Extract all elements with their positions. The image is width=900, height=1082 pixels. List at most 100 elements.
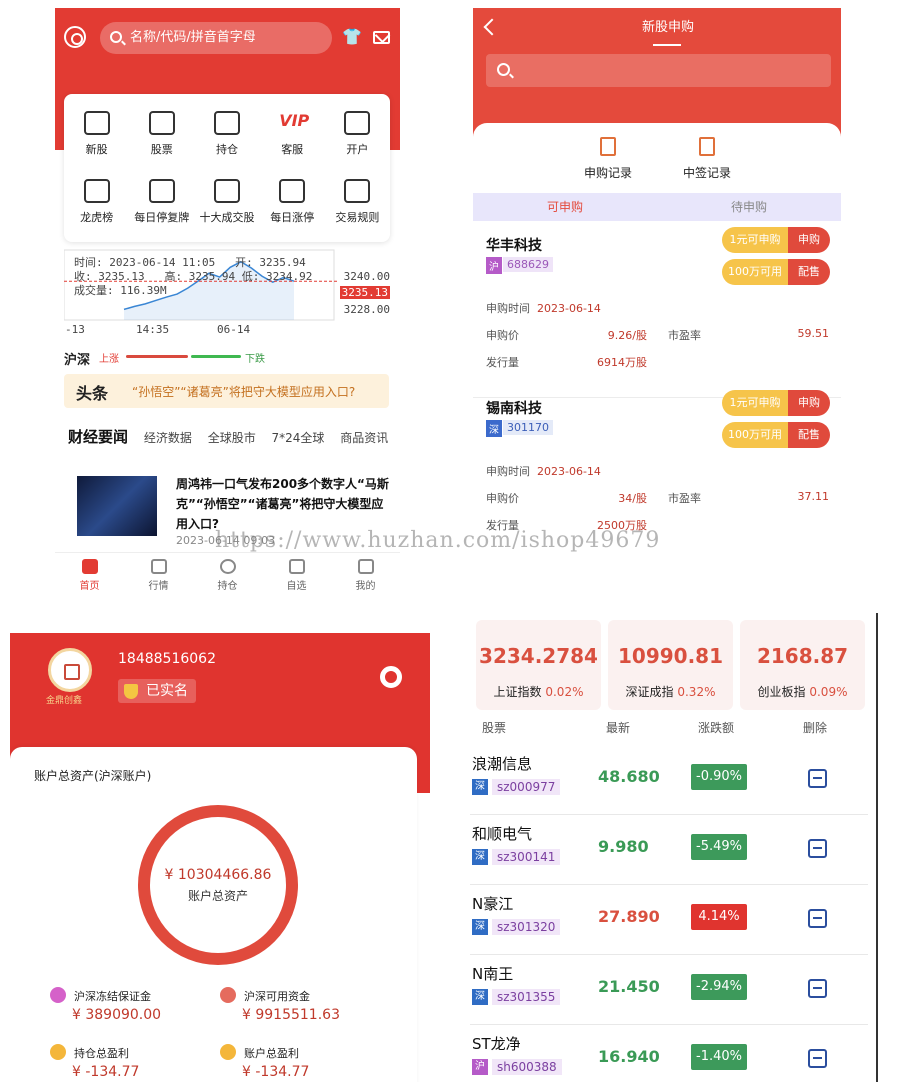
search-icon [110, 31, 122, 43]
index-chart[interactable]: 时间: 2023-06-14 11:05 开: 3235.94 收: 3235.… [64, 248, 390, 343]
change-badge: -0.90% [691, 764, 747, 790]
stock-name: ST龙净 [472, 1035, 521, 1053]
search-input[interactable]: 名称/代码/拼音首字母 [100, 22, 332, 54]
grid-item-label: 交易规则 [335, 211, 380, 224]
col-header-latest: 最新 [606, 721, 631, 735]
change-badge: -1.40% [691, 1044, 747, 1070]
field-label: 市盈率 [668, 492, 701, 505]
field-label: 申购价 [486, 329, 519, 342]
index-label: 创业板指 0.09% [740, 683, 865, 700]
minus-square-icon[interactable] [808, 839, 827, 858]
latest-price: 16.940 [598, 1047, 660, 1066]
grid-item-label: 每日停复牌 [134, 211, 190, 224]
nav-home[interactable]: 首页 [55, 553, 124, 598]
nav-label: 行情 [148, 581, 169, 592]
verified-badge: 已实名 [118, 679, 196, 703]
grid-item-6[interactable]: 每日停复牌 [129, 168, 194, 236]
index-card[interactable]: 2168.87 创业板指 0.09% [740, 620, 865, 710]
grid-item-5[interactable]: 龙虎榜 [64, 168, 129, 236]
grid-item-7[interactable]: 十大成交股 [194, 168, 259, 236]
winning-records-button[interactable]: 中签记录 [667, 137, 747, 181]
table-row[interactable]: ST龙净沪 sh600388 16.940 -1.40% [470, 1025, 868, 1082]
index-value: 3234.2784 [479, 644, 598, 668]
page-title: 新股申购 [641, 20, 694, 35]
allotment-button[interactable]: 100万可用 配售 [722, 422, 830, 448]
news-thumbnail[interactable] [77, 476, 157, 536]
tab-finance-news[interactable]: 财经要闻 [68, 426, 128, 447]
allotment-button[interactable]: 100万可用 配售 [722, 259, 830, 285]
verified-label: 已实名 [146, 683, 188, 699]
col-header-change: 涨跌额 [698, 721, 735, 735]
user-phone: 18488516062 [118, 651, 216, 667]
tab-economic-data[interactable]: 经济数据 [144, 429, 192, 446]
grid-item-0[interactable]: 新股 [64, 100, 129, 168]
news-tabs: 财经要闻 经济数据 全球股市 7*24全球 商品资讯 [68, 426, 400, 450]
grid-item-1[interactable]: 股票 [129, 100, 194, 168]
user-coin-icon [344, 111, 371, 135]
user-icon [357, 559, 374, 574]
table-row[interactable]: 浪潮信息深 sz000977 48.680 -0.90% [470, 745, 868, 815]
subscribe-button[interactable]: 1元可申购 申购 [722, 227, 830, 253]
minus-square-icon[interactable] [808, 1049, 827, 1068]
table-row[interactable]: N豪江深 sz301320 27.890 4.14% [470, 885, 868, 955]
table-row[interactable]: N南王深 sz301355 21.450 -2.94% [470, 955, 868, 1025]
nav-watchlist[interactable]: 自选 [262, 553, 331, 598]
chart-icon [150, 559, 167, 574]
x-tick-label: -13 [65, 323, 85, 336]
minus-square-icon[interactable] [808, 979, 827, 998]
assets-ring [138, 805, 298, 965]
nav-label: 持仓 [217, 581, 238, 592]
exchange-tag: 深 [472, 849, 488, 865]
ipo-search-input[interactable] [486, 54, 831, 87]
subscription-records-button[interactable]: 申购记录 [568, 137, 648, 181]
headline-banner[interactable]: 头条 “孙悟空”“诸葛亮”将把守大模型应用入口? [64, 374, 389, 408]
gear-icon[interactable] [380, 666, 402, 688]
layers-icon [279, 179, 306, 203]
tab-global-24h[interactable]: 7*24全球 [272, 429, 325, 446]
field-label: 发行量 [486, 356, 519, 369]
change-badge: -2.94% [691, 974, 747, 1000]
nav-profile[interactable]: 我的 [331, 553, 400, 598]
grid-item-8[interactable]: 每日涨停 [260, 168, 325, 236]
exchange-tag: 深 [486, 420, 502, 437]
pill-label: 1元可申购 [722, 227, 788, 253]
shirt-icon[interactable]: 👕 [342, 28, 362, 46]
stat-value: ¥ 389090.00 [72, 1007, 162, 1023]
index-value: 2168.87 [756, 644, 849, 668]
stat-value: ¥ -134.77 [242, 1064, 310, 1080]
tab-available[interactable]: 可申购 [473, 193, 657, 221]
field-label: 市盈率 [668, 329, 701, 342]
title-underline [653, 44, 681, 46]
grid-item-9[interactable]: 交易规则 [325, 168, 390, 236]
home-icon [81, 559, 98, 574]
star-icon [148, 179, 175, 203]
minus-square-icon[interactable] [808, 909, 827, 928]
latest-price: 27.890 [598, 907, 660, 926]
subscription-date: 申购时间 2023-06-14 [486, 300, 601, 316]
minus-square-icon[interactable] [808, 769, 827, 788]
subscribe-button[interactable]: 1元可申购 申购 [722, 390, 830, 416]
search-icon [497, 63, 510, 76]
news-title[interactable]: 周鸿祎一口气发布200多个数字人“马斯克”“孙悟空”“诸葛亮”将把守大模型应用入… [176, 474, 391, 534]
stat-icon [50, 1044, 66, 1060]
tab-global-markets[interactable]: 全球股市 [208, 429, 256, 446]
grid-item-2[interactable]: 持仓 [194, 100, 259, 168]
app-logo-icon [64, 26, 86, 48]
current-price-tag: 3235.13 [339, 286, 390, 299]
grid-item-4[interactable]: 开户 [325, 100, 390, 168]
stock-name: 华丰科技 [486, 238, 542, 254]
nav-positions[interactable]: 持仓 [193, 553, 262, 598]
total-assets-value: ¥ 10304466.86 [164, 867, 272, 883]
grid-item-3[interactable]: VIP 客服 [260, 100, 325, 168]
tab-pending[interactable]: 待申购 [657, 193, 841, 221]
tab-commodities[interactable]: 商品资讯 [340, 429, 388, 446]
rules-icon [344, 179, 371, 203]
index-card[interactable]: 3234.2784 上证指数 0.02% [476, 620, 601, 710]
stock-code: sz300141 [492, 849, 561, 865]
grid-item-label: 十大成交股 [199, 211, 255, 224]
stat-label: 沪深可用资金 [244, 990, 310, 1003]
nav-market[interactable]: 行情 [124, 553, 193, 598]
table-row[interactable]: 和顺电气深 sz300141 9.980 -5.49% [470, 815, 868, 885]
mail-icon[interactable] [373, 31, 390, 44]
index-card[interactable]: 10990.81 深证成指 0.32% [608, 620, 733, 710]
